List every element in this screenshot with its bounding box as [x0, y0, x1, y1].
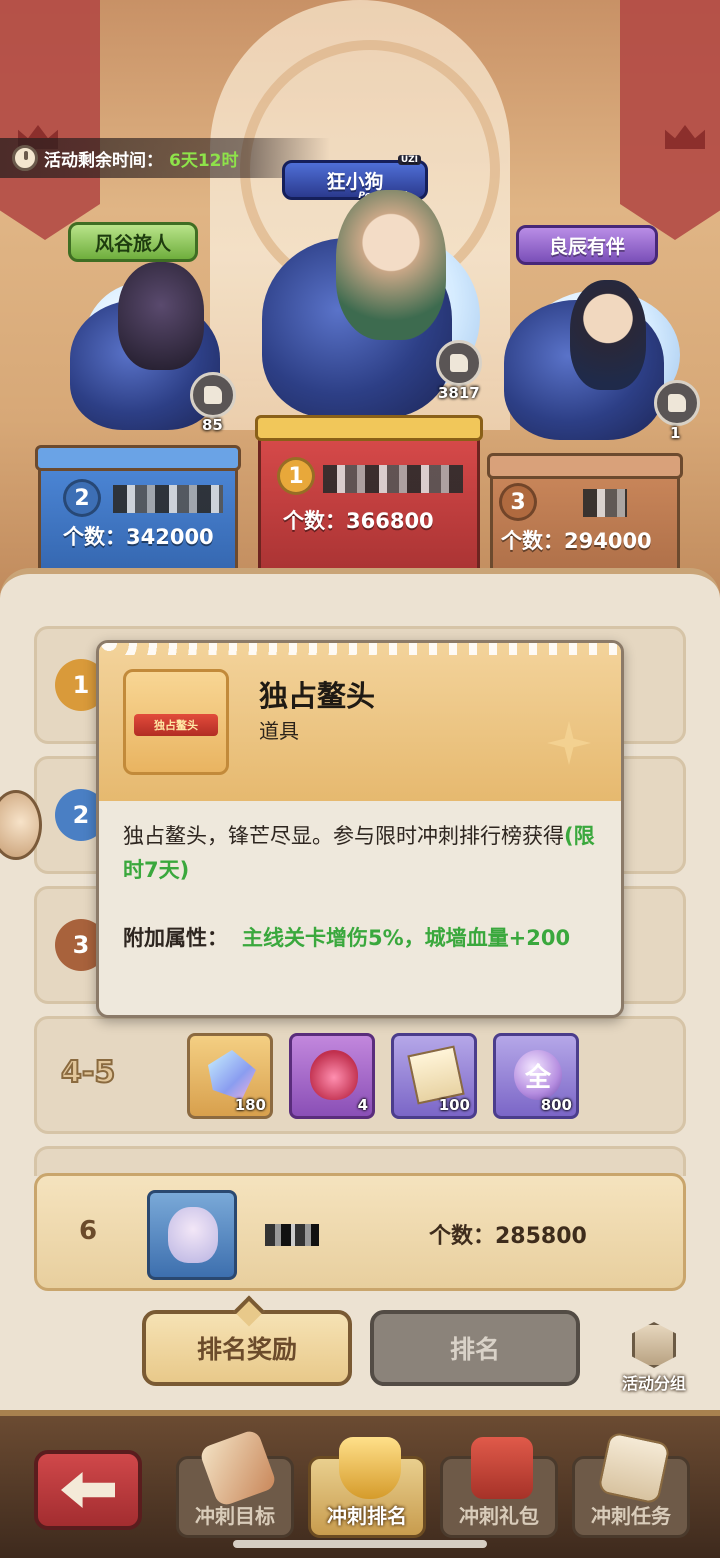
like-button[interactable]: [654, 380, 700, 426]
reward-item-slot[interactable]: 180: [187, 1033, 273, 1119]
bottom-nav: 冲刺目标 冲刺排名 冲刺礼包 冲刺任务: [0, 1410, 720, 1558]
rank-2-emblem: 2: [63, 479, 101, 517]
reward-item-slot[interactable]: 4: [289, 1033, 375, 1119]
flame-spirit-icon: [310, 1050, 358, 1100]
timer-label: 活动剩余时间：: [44, 150, 163, 171]
dark-knight-rider: [118, 262, 204, 370]
my-rank: 6: [79, 1216, 98, 1246]
reward-item-slot[interactable]: 全 800: [493, 1033, 579, 1119]
player-name-blurred: [113, 485, 223, 513]
trophy-icon: [339, 1437, 401, 1499]
tab-ranking[interactable]: 排名: [370, 1310, 580, 1386]
title-badge-text: 良辰有伴: [548, 235, 625, 258]
item-count: 180: [234, 1096, 266, 1114]
like-count: 85: [202, 416, 223, 434]
left-banner: [0, 0, 100, 240]
nav-tab-sprint-ranking[interactable]: 冲刺排名: [308, 1437, 426, 1538]
nav-label: 冲刺目标: [195, 1504, 275, 1528]
item-count: 4: [357, 1096, 368, 1114]
nav-label: 冲刺任务: [591, 1504, 671, 1528]
title-badge-tag: UZI: [397, 155, 421, 165]
sparkle-icon: [547, 721, 591, 765]
quan-token-icon: 全: [514, 1050, 562, 1100]
tooltip-attributes: 附加属性： 主线关卡增伤5%，城墙血量+200: [123, 921, 603, 955]
avatar[interactable]: [147, 1190, 237, 1280]
nav-label: 冲刺礼包: [459, 1504, 539, 1528]
activity-group-button[interactable]: 活动分组: [614, 1322, 694, 1393]
title-badge-second: 风谷旅人: [68, 222, 198, 262]
timer-value: 6天12时: [169, 150, 239, 171]
rank-range-label: 4-5: [60, 1054, 116, 1091]
ranking-row-4-5[interactable]: 4-5 180 4 100 全 800: [34, 1016, 686, 1134]
item-tooltip: 独占鳌头 独占鳌头 道具 独占鳌头，锋芒尽显。参与限时冲刺排行榜获得(限时7天)…: [96, 640, 624, 1018]
snow-trim: [99, 643, 621, 655]
item-count: 100: [438, 1096, 470, 1114]
like-button[interactable]: [190, 372, 236, 418]
clock-icon: [12, 145, 38, 171]
player-name-blurred: [265, 1224, 319, 1246]
tab-ranking-reward[interactable]: 排名奖励: [142, 1310, 352, 1386]
title-badge-third: 良辰有伴: [516, 225, 658, 265]
rank-1-emblem: 1: [277, 457, 315, 495]
podium-count: 个数：366800: [283, 509, 434, 533]
reward-item-slot[interactable]: 100: [391, 1033, 477, 1119]
tooltip-description: 独占鳌头，锋芒尽显。参与限时冲刺排行榜获得(限时7天): [123, 819, 603, 887]
nav-label: 冲刺排名: [327, 1504, 407, 1528]
hero-rider: [336, 190, 446, 340]
right-banner: [620, 0, 720, 240]
attribute-value: 主线关卡增伤5%，城墙血量+200: [242, 926, 571, 950]
description-text: 独占鳌头，锋芒尽显。参与限时冲刺排行榜获得: [123, 824, 564, 848]
activity-group-label: 活动分组: [621, 1374, 686, 1393]
title-item-icon: 独占鳌头: [123, 669, 229, 775]
title-ribbon: 独占鳌头: [134, 714, 218, 736]
ranking-row-partial: [34, 1146, 686, 1176]
like-count: 1: [670, 424, 681, 442]
podium-scene: 活动剩余时间： 6天12时 风谷旅人 85 狂小狗 Penta Kill UZI…: [0, 0, 720, 600]
podium-count: 个数：342000: [63, 525, 214, 549]
home-indicator[interactable]: [233, 1540, 487, 1548]
item-count: 800: [540, 1096, 572, 1114]
my-ranking-row: 6 个数：285800: [34, 1173, 686, 1291]
tooltip-item-type: 道具: [259, 719, 299, 743]
tooltip-header: 独占鳌头 独占鳌头 道具: [99, 643, 621, 801]
rank-3-emblem: 3: [499, 483, 537, 521]
nav-tab-sprint-goal[interactable]: 冲刺目标: [176, 1428, 294, 1538]
player-name-blurred: [323, 465, 463, 493]
nav-tab-sprint-task[interactable]: 冲刺任务: [572, 1431, 690, 1538]
my-count: 个数：285800: [429, 1224, 587, 1249]
title-badge-text: 狂小狗: [326, 170, 384, 193]
group-people-icon: [632, 1322, 676, 1368]
like-button[interactable]: [436, 340, 482, 386]
nav-tab-sprint-pack[interactable]: 冲刺礼包: [440, 1437, 558, 1538]
like-count: 3817: [438, 384, 480, 402]
attribute-label: 附加属性：: [123, 926, 228, 950]
event-timer: 活动剩余时间： 6天12时: [0, 138, 330, 178]
podium-count: 个数：294000: [501, 529, 652, 553]
scroll-target-icon: [198, 1428, 278, 1508]
back-button[interactable]: [34, 1450, 142, 1530]
player-name-blurred: [583, 489, 627, 517]
title-badge-text: 风谷旅人: [94, 232, 171, 255]
hero-rider: [570, 280, 646, 390]
tooltip-title: 独占鳌头: [259, 679, 376, 713]
treasure-chest-icon: [471, 1437, 533, 1499]
quest-paper-icon: [597, 1431, 671, 1505]
crystal-shard-icon: [208, 1050, 256, 1100]
